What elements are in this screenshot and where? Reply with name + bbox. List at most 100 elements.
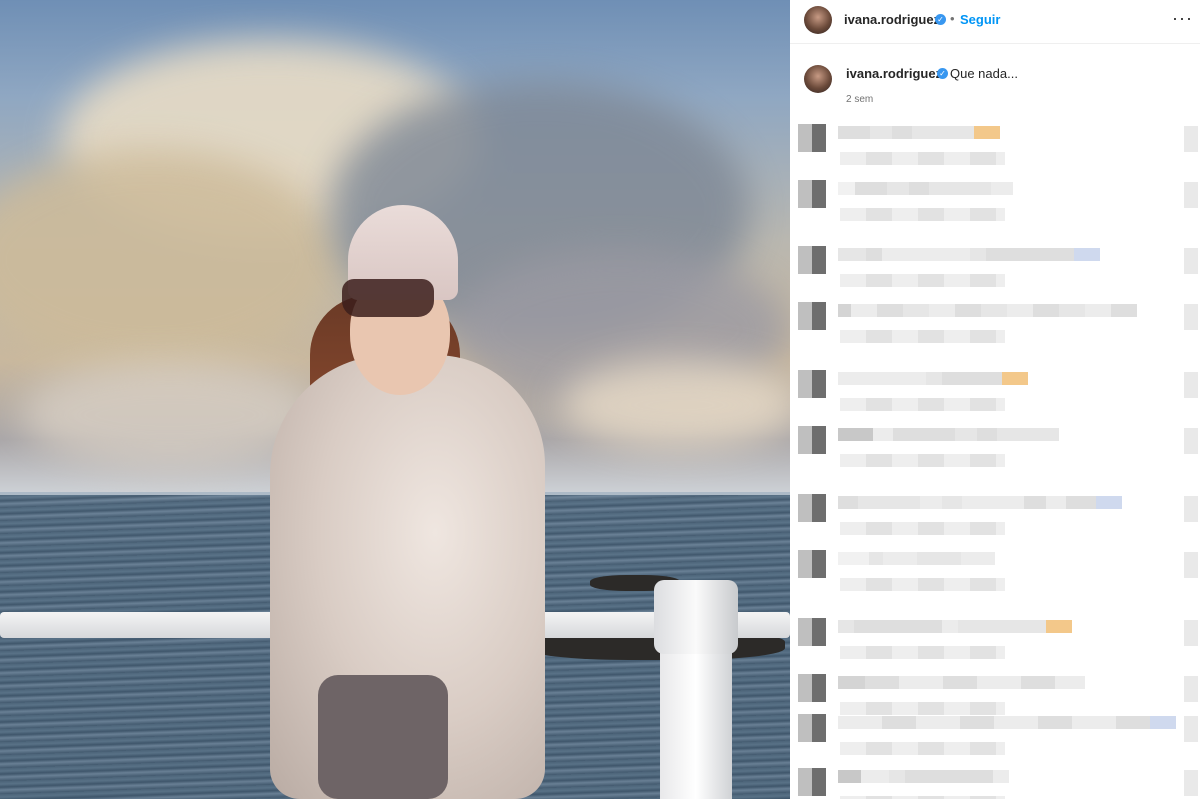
redacted-comment-meta (840, 330, 1005, 343)
redacted-text-block (946, 716, 960, 729)
redacted-text-block (992, 496, 1024, 509)
redacted-emoji-block (1150, 716, 1176, 729)
redacted-text-block (899, 676, 911, 689)
redacted-text-block (986, 248, 1010, 261)
redacted-text-block (893, 428, 923, 441)
avatar[interactable] (804, 6, 832, 34)
redacted-text-block (989, 676, 1007, 689)
redacted-text-block (869, 552, 883, 565)
redacted-comment-meta (840, 646, 1005, 659)
redacted-text-block (997, 428, 1027, 441)
redacted-text-block (965, 770, 993, 783)
redacted-text-block (838, 428, 873, 441)
redacted-text-block (838, 372, 862, 385)
redacted-text-block (1059, 304, 1085, 317)
caption-username[interactable]: ivana.rodriguez (846, 66, 942, 81)
redacted-comment (798, 302, 1198, 348)
redacted-text-block (1024, 496, 1046, 509)
redacted-text-block (991, 182, 1013, 195)
separator-dot: • (950, 11, 955, 26)
redacted-comment (798, 124, 1198, 170)
redacted-text-block (914, 620, 942, 633)
redacted-text-block (865, 676, 899, 689)
redacted-text-block (1046, 248, 1074, 261)
redacted-text-block (981, 304, 1007, 317)
redacted-text-block (1066, 496, 1096, 509)
redacted-comment (798, 180, 1198, 226)
redacted-emoji-block (974, 126, 1000, 139)
railing-post-cap (654, 580, 738, 654)
redacted-comment (798, 768, 1198, 799)
redacted-text-block (838, 496, 858, 509)
redacted-text-block (889, 770, 905, 783)
redacted-comment-meta (840, 274, 1005, 287)
redacted-text-block (1084, 716, 1102, 729)
redacted-text-block (1033, 304, 1059, 317)
redacted-avatar (798, 618, 826, 646)
redacted-text-block (838, 182, 855, 195)
redacted-text-block (955, 428, 977, 441)
redacted-text-block (1024, 716, 1038, 729)
redacted-text-block (970, 248, 986, 261)
redacted-comment-meta (840, 742, 1005, 755)
redacted-text-block (942, 372, 966, 385)
redacted-avatar (798, 370, 826, 398)
redacted-text-block (942, 496, 962, 509)
redacted-emoji-block (1074, 248, 1100, 261)
redacted-text-block (929, 770, 965, 783)
redacted-text-block (838, 620, 854, 633)
redacted-like-icon (1184, 716, 1198, 742)
redacted-text-block (870, 126, 892, 139)
redacted-like-icon (1184, 676, 1198, 702)
redacted-comment (798, 550, 1198, 596)
post-photo[interactable] (0, 0, 790, 799)
redacted-text-block (943, 676, 977, 689)
redacted-text-block (838, 716, 850, 729)
redacted-text-block (912, 126, 942, 139)
redacted-avatar (798, 674, 826, 702)
author-username[interactable]: ivana.rodriguez (844, 12, 940, 27)
redacted-text-block (1055, 676, 1067, 689)
redacted-text-block (911, 676, 929, 689)
redacted-comment-meta (840, 522, 1005, 535)
verified-badge-icon: ✓ (935, 14, 946, 25)
redacted-text-block (1021, 676, 1055, 689)
redacted-like-icon (1184, 182, 1198, 208)
redacted-text-block (861, 770, 889, 783)
redacted-text-block (929, 552, 947, 565)
redacted-text-block (1102, 716, 1116, 729)
avatar[interactable] (804, 65, 832, 93)
redacted-avatar (798, 124, 826, 152)
redacted-text-block (926, 372, 942, 385)
redacted-text-block (1007, 676, 1021, 689)
redacted-text-block (1027, 428, 1059, 441)
redacted-comment (798, 714, 1198, 760)
redacted-comment (798, 494, 1198, 540)
redacted-avatar (798, 302, 826, 330)
redacted-text-block (838, 552, 869, 565)
redacted-emoji-block (1002, 372, 1028, 385)
redacted-avatar (798, 426, 826, 454)
redacted-text-block (866, 248, 882, 261)
redacted-text-block (887, 182, 909, 195)
post-side-panel: ivana.rodriguez ✓ • Seguir ··· ivana.rod… (790, 0, 1200, 799)
woman-figure (270, 205, 550, 799)
caption-text: Que nada... (950, 66, 1018, 81)
redacted-text-block (916, 716, 928, 729)
redacted-text-block (882, 716, 916, 729)
redacted-text-block (929, 676, 943, 689)
redacted-text-block (1067, 676, 1085, 689)
redacted-text-block (877, 304, 903, 317)
follow-button[interactable]: Seguir (960, 12, 1000, 27)
more-options-icon[interactable]: ··· (1172, 8, 1193, 29)
redacted-text-block (854, 620, 878, 633)
post-timestamp[interactable]: 2 sem (846, 94, 873, 105)
redacted-text-block (923, 428, 955, 441)
redacted-text-block (1010, 248, 1046, 261)
redacted-like-icon (1184, 248, 1198, 274)
redacted-text-block (977, 676, 989, 689)
redacted-text-block (1072, 716, 1084, 729)
redacted-text-block (898, 372, 926, 385)
redacted-text-block (855, 182, 887, 195)
redacted-text-block (888, 496, 920, 509)
